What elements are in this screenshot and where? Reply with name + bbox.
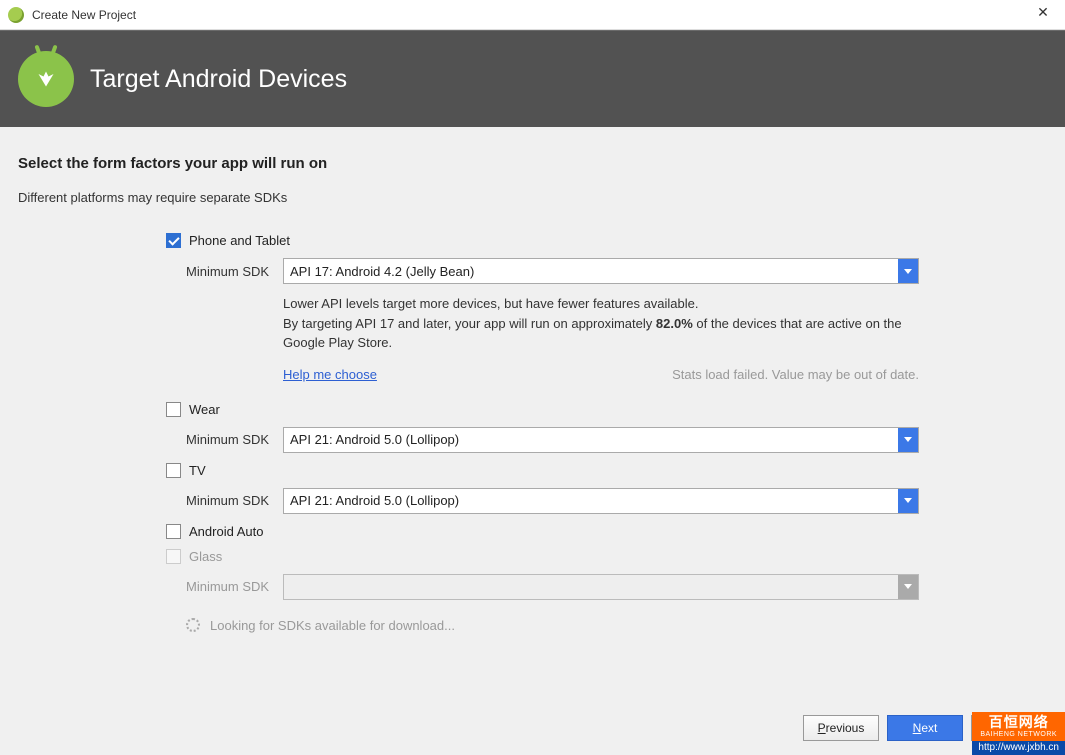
chevron-down-icon — [898, 428, 918, 452]
help-me-choose-link[interactable]: Help me choose — [283, 367, 377, 382]
phone-tablet-checkbox[interactable] — [166, 233, 181, 248]
glass-checkbox — [166, 549, 181, 564]
glass-sdk-row: Minimum SDK — [186, 574, 919, 600]
wear-sdk-value: API 21: Android 5.0 (Lollipop) — [290, 432, 459, 447]
close-icon[interactable]: ✕ — [1033, 4, 1053, 21]
wear-row: Wear — [166, 402, 919, 417]
phone-tablet-label: Phone and Tablet — [189, 233, 290, 248]
tv-sdk-select[interactable]: API 21: Android 5.0 (Lollipop) — [283, 488, 919, 514]
info-line2a: By targeting API 17 and later, your app … — [283, 316, 656, 331]
loading-text: Looking for SDKs available for download.… — [210, 618, 455, 633]
glass-row: Glass — [166, 549, 919, 564]
info-line1: Lower API levels target more devices, bu… — [283, 296, 699, 311]
wear-label: Wear — [189, 402, 220, 417]
chevron-down-icon — [898, 259, 918, 283]
phone-info-text: Lower API levels target more devices, bu… — [283, 294, 919, 353]
stats-load-failed-text: Stats load failed. Value may be out of d… — [672, 367, 919, 382]
glass-sdk-select — [283, 574, 919, 600]
phone-tablet-row: Phone and Tablet — [166, 233, 919, 248]
phone-sdk-label: Minimum SDK — [186, 264, 283, 279]
form-factors-area: Phone and Tablet Minimum SDK API 17: And… — [18, 233, 1047, 633]
info-pct: 82.0% — [656, 316, 693, 331]
phone-sdk-select[interactable]: API 17: Android 4.2 (Jelly Bean) — [283, 258, 919, 284]
section-subtext: Different platforms may require separate… — [18, 190, 1047, 205]
watermark-brand: 百恒网络 — [978, 714, 1059, 731]
tv-row: TV — [166, 463, 919, 478]
previous-button[interactable]: Previous — [803, 715, 879, 741]
tv-sdk-label: Minimum SDK — [186, 493, 283, 508]
auto-checkbox[interactable] — [166, 524, 181, 539]
auto-row: Android Auto — [166, 524, 919, 539]
wear-checkbox[interactable] — [166, 402, 181, 417]
wear-sdk-select[interactable]: API 21: Android 5.0 (Lollipop) — [283, 427, 919, 453]
phone-sdk-row: Minimum SDK API 17: Android 4.2 (Jelly B… — [186, 258, 919, 284]
help-row: Help me choose Stats load failed. Value … — [166, 367, 919, 382]
android-logo-icon — [18, 51, 74, 107]
phone-sdk-value: API 17: Android 4.2 (Jelly Bean) — [290, 264, 474, 279]
tv-checkbox[interactable] — [166, 463, 181, 478]
auto-label: Android Auto — [189, 524, 263, 539]
wear-sdk-label: Minimum SDK — [186, 432, 283, 447]
watermark-sub: BAIHENG NETWORK — [978, 731, 1059, 739]
spinner-icon — [186, 618, 200, 632]
chevron-down-icon — [898, 575, 918, 599]
window-title: Create New Project — [32, 8, 136, 22]
content-area: Select the form factors your app will ru… — [0, 127, 1065, 633]
watermark-badge: 百恒网络 BAIHENG NETWORK http://www.jxbh.cn — [972, 712, 1065, 755]
loading-sdk-row: Looking for SDKs available for download.… — [186, 618, 919, 633]
glass-sdk-label: Minimum SDK — [186, 579, 283, 594]
chevron-down-icon — [898, 489, 918, 513]
titlebar: Create New Project ✕ — [0, 0, 1065, 30]
tv-sdk-row: Minimum SDK API 21: Android 5.0 (Lollipo… — [186, 488, 919, 514]
next-button[interactable]: Next — [887, 715, 963, 741]
section-heading: Select the form factors your app will ru… — [18, 155, 1047, 172]
wear-sdk-row: Minimum SDK API 21: Android 5.0 (Lollipo… — [186, 427, 919, 453]
page-title: Target Android Devices — [90, 65, 347, 94]
tv-sdk-value: API 21: Android 5.0 (Lollipop) — [290, 493, 459, 508]
android-studio-icon — [8, 7, 24, 23]
watermark-url: http://www.jxbh.cn — [972, 741, 1065, 755]
tv-label: TV — [189, 463, 206, 478]
glass-label: Glass — [189, 549, 222, 564]
banner: Target Android Devices — [0, 30, 1065, 127]
